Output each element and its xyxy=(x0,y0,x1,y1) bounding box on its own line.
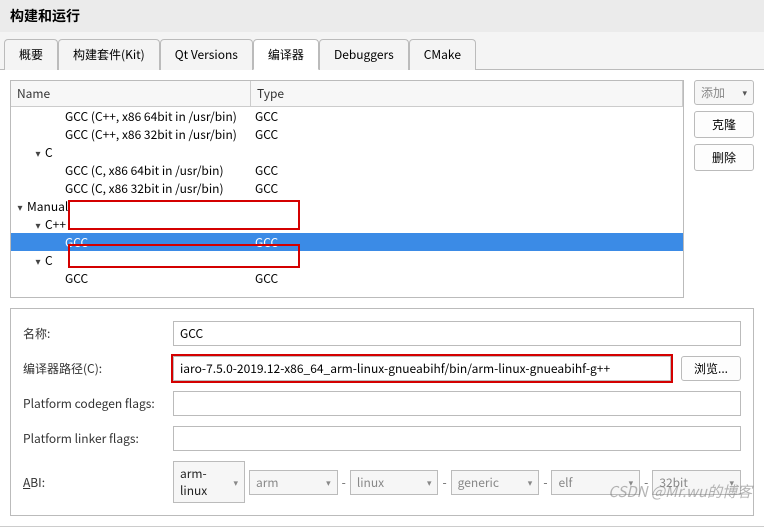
tree-row-type: GCC xyxy=(251,162,683,179)
codegen-field[interactable] xyxy=(173,391,741,416)
add-button[interactable]: 添加 xyxy=(694,80,754,105)
tab-kits[interactable]: 构建套件(Kit) xyxy=(58,39,160,70)
compiler-tree[interactable]: Name Type GCC (C++, x86 64bit in /usr/bi… xyxy=(10,80,684,298)
page-title: 构建和运行 xyxy=(0,0,764,32)
tree-row-type: GCC xyxy=(251,180,683,197)
tree-row[interactable]: GCC (C, x86 64bit in /usr/bin) GCC xyxy=(11,161,683,179)
abi-sub-select[interactable]: arm▾ xyxy=(249,470,338,495)
tree-row[interactable]: Manual xyxy=(11,197,683,215)
expand-arrow-icon[interactable] xyxy=(33,145,43,160)
remove-button[interactable]: 删除 xyxy=(694,144,754,171)
tree-row-name: C xyxy=(45,252,53,269)
clone-button[interactable]: 克隆 xyxy=(694,111,754,138)
abi-bits-select[interactable]: 32bit▾ xyxy=(652,470,741,495)
tree-header: Name Type xyxy=(11,81,683,107)
name-label: 名称: xyxy=(23,325,163,342)
codegen-label: Platform codegen flags: xyxy=(23,395,163,412)
tree-row-name: GCC xyxy=(65,270,88,287)
name-field[interactable] xyxy=(173,321,741,346)
tree-row[interactable]: C xyxy=(11,143,683,161)
linker-field[interactable] xyxy=(173,426,741,451)
tree-row-name: C++ xyxy=(45,216,66,233)
tabbar: 概要 构建套件(Kit) Qt Versions 编译器 Debuggers C… xyxy=(0,32,764,70)
expand-arrow-icon[interactable] xyxy=(33,217,43,232)
tab-cmake[interactable]: CMake xyxy=(409,39,476,70)
tree-row-type: GCC xyxy=(251,108,683,125)
compiler-form: 名称: 编译器路径(C): 浏览... Platform codegen fla… xyxy=(10,308,754,516)
tree-row-name: GCC (C, x86 64bit in /usr/bin) xyxy=(65,162,224,179)
tree-row-type: GCC xyxy=(251,270,683,287)
tree-row-name: C xyxy=(45,144,53,161)
tree-row[interactable]: C++ xyxy=(11,215,683,233)
tree-row-name: GCC xyxy=(65,234,88,251)
tree-row[interactable]: GCC (C++, x86 32bit in /usr/bin) GCC xyxy=(11,125,683,143)
tab-compilers[interactable]: 编译器 xyxy=(253,39,319,70)
tree-row-name: GCC (C++, x86 64bit in /usr/bin) xyxy=(65,108,237,125)
tree-row[interactable]: GCC (C, x86 32bit in /usr/bin) GCC xyxy=(11,179,683,197)
tree-row[interactable]: GCC GCC xyxy=(11,233,683,251)
tree-row[interactable]: C xyxy=(11,251,683,269)
tree-row[interactable]: GCC GCC xyxy=(11,269,683,287)
tab-qtversions[interactable]: Qt Versions xyxy=(160,39,253,70)
abi-env-select[interactable]: generic▾ xyxy=(451,470,540,495)
expand-arrow-icon[interactable] xyxy=(33,253,43,268)
tree-row-name: GCC (C++, x86 32bit in /usr/bin) xyxy=(65,126,237,143)
abi-label: ABI: xyxy=(23,474,163,491)
header-name: Name xyxy=(11,81,251,106)
browse-button[interactable]: 浏览... xyxy=(681,356,741,381)
tree-row-name: GCC (C, x86 32bit in /usr/bin) xyxy=(65,180,224,197)
abi-arch-select[interactable]: arm-linux▾ xyxy=(173,461,245,503)
path-label: 编译器路径(C): xyxy=(23,360,163,377)
compiler-path-field[interactable] xyxy=(173,356,671,381)
tab-debuggers[interactable]: Debuggers xyxy=(319,39,409,70)
tree-row-type: GCC xyxy=(251,234,683,251)
abi-os-select[interactable]: linux▾ xyxy=(350,470,439,495)
tab-overview[interactable]: 概要 xyxy=(4,39,58,70)
expand-arrow-icon[interactable] xyxy=(15,199,25,214)
header-type: Type xyxy=(251,81,683,106)
abi-fmt-select[interactable]: elf▾ xyxy=(551,470,640,495)
tree-row-name: Manual xyxy=(27,198,68,215)
linker-label: Platform linker flags: xyxy=(23,430,163,447)
tree-row-type: GCC xyxy=(251,126,683,143)
tree-row[interactable]: GCC (C++, x86 64bit in /usr/bin) GCC xyxy=(11,107,683,125)
